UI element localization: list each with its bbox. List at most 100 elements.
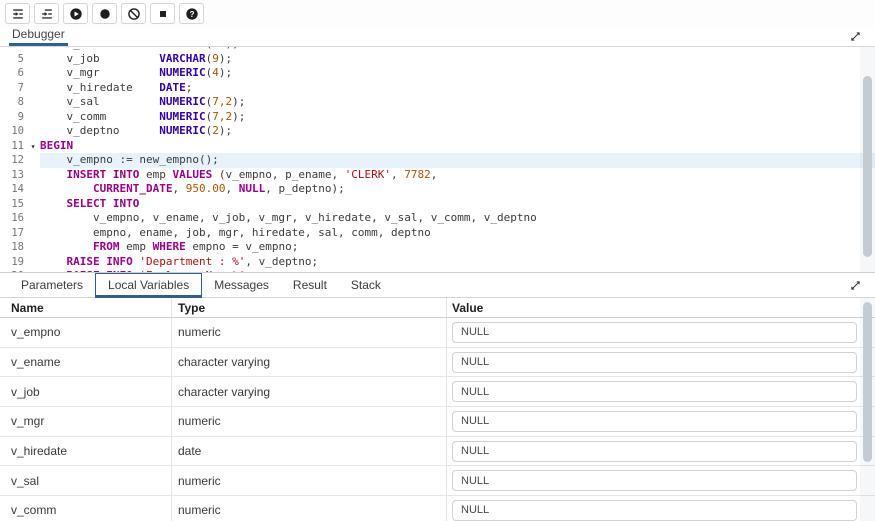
line-number[interactable]: 18	[0, 240, 26, 255]
code-lines: 4 v_ename VARCHAR(10);5 v_job VARCHAR(9)…	[0, 47, 875, 272]
code-line: 7 v_hiredate DATE;	[0, 81, 875, 96]
variable-row: v_hiredatedate	[0, 437, 875, 467]
panel-tab-stack[interactable]: Stack	[339, 273, 393, 297]
code-line: 15 SELECT INTO	[0, 197, 875, 212]
code-line: 13 INSERT INTO emp VALUES (v_empno, p_en…	[0, 168, 875, 183]
code-line: 6 v_mgr NUMERIC(4);	[0, 66, 875, 81]
panel-tab-messages[interactable]: Messages	[202, 273, 281, 297]
stop-icon	[156, 7, 170, 21]
panel-tabbar: ParametersLocal VariablesMessagesResultS…	[0, 272, 875, 298]
grid-header-row: Name Type Value	[0, 298, 875, 318]
variable-value-cell	[447, 407, 875, 436]
variable-name: v_comm	[0, 496, 172, 521]
toggle-breakpoint-button[interactable]	[92, 3, 117, 24]
breakpoint-icon	[98, 7, 112, 21]
variable-value-cell	[447, 377, 875, 406]
code-line-text: v_empno, v_ename, v_job, v_mgr, v_hireda…	[40, 211, 875, 226]
variable-value-input[interactable]	[452, 352, 857, 373]
variable-name: v_empno	[0, 318, 172, 347]
variable-type: numeric	[172, 496, 447, 521]
panel-scrollbar[interactable]	[860, 298, 875, 521]
line-number[interactable]: 7	[0, 81, 26, 96]
step-over-icon	[40, 7, 54, 21]
line-number[interactable]: 13	[0, 168, 26, 183]
line-number[interactable]: 5	[0, 52, 26, 67]
variable-value-input[interactable]	[452, 441, 857, 462]
step-into-button[interactable]	[5, 3, 30, 24]
tab-debugger[interactable]: Debugger	[9, 27, 68, 46]
variable-type: numeric	[172, 466, 447, 495]
code-line-text: v_comm NUMERIC(7,2);	[40, 110, 875, 125]
fold-gutter	[26, 226, 40, 241]
variable-row: v_enamecharacter varying	[0, 348, 875, 378]
variable-name: v_mgr	[0, 407, 172, 436]
code-line-text: CURRENT_DATE, 950.00, NULL, p_deptno);	[40, 182, 875, 197]
code-line-text: empno, ename, job, mgr, hiredate, sal, c…	[40, 226, 875, 241]
panel-tab-parameters[interactable]: Parameters	[9, 273, 95, 297]
code-line: 14 CURRENT_DATE, 950.00, NULL, p_deptno)…	[0, 182, 875, 197]
code-line: 17 empno, ename, job, mgr, hiredate, sal…	[0, 226, 875, 241]
line-number[interactable]: 14	[0, 182, 26, 197]
line-number[interactable]: 6	[0, 66, 26, 81]
fold-gutter	[26, 52, 40, 67]
clear-breakpoints-button[interactable]	[121, 3, 146, 24]
code-line-text: v_deptno NUMERIC(2);	[40, 124, 875, 139]
column-header-value: Value	[447, 298, 875, 317]
line-number[interactable]: 16	[0, 211, 26, 226]
fold-gutter	[26, 66, 40, 81]
clear-breakpoints-icon	[127, 7, 141, 21]
code-line: 11▾BEGIN	[0, 139, 875, 154]
code-line: 16 v_empno, v_ename, v_job, v_mgr, v_hir…	[0, 211, 875, 226]
line-number[interactable]: 17	[0, 226, 26, 241]
fold-gutter	[26, 124, 40, 139]
svg-text:?: ?	[189, 9, 194, 18]
code-line: 19 RAISE INFO 'Department : %', v_deptno…	[0, 255, 875, 270]
variable-name: v_job	[0, 377, 172, 406]
panel-tab-result[interactable]: Result	[281, 273, 339, 297]
panel-expand-button[interactable]	[849, 279, 862, 292]
code-line-text: SELECT INTO	[40, 197, 875, 212]
fold-marker-icon: ▾	[26, 139, 40, 154]
line-number[interactable]: 9	[0, 110, 26, 125]
line-number[interactable]: 12	[0, 153, 26, 168]
help-icon: ?	[185, 7, 199, 21]
variable-row: v_mgrnumeric	[0, 407, 875, 437]
fold-gutter	[26, 255, 40, 270]
step-over-button[interactable]	[34, 3, 59, 24]
variable-value-input[interactable]	[452, 411, 857, 432]
line-number[interactable]: 8	[0, 95, 26, 110]
panel-tab-local-variables[interactable]: Local Variables	[95, 273, 202, 298]
code-line-text: v_sal NUMERIC(7,2);	[40, 95, 875, 110]
variable-value-input[interactable]	[452, 470, 857, 491]
fold-gutter	[26, 95, 40, 110]
code-line: 10 v_deptno NUMERIC(2);	[0, 124, 875, 139]
variable-value-input[interactable]	[452, 500, 857, 521]
variable-value-cell	[447, 496, 875, 521]
code-editor[interactable]: 4 v_ename VARCHAR(10);5 v_job VARCHAR(9)…	[0, 47, 875, 272]
help-button[interactable]: ?	[179, 3, 204, 24]
line-number[interactable]: 19	[0, 255, 26, 270]
local-variables-grid: Name Type Value v_empnonumeric v_enamecha…	[0, 298, 875, 521]
editor-scrollbar[interactable]	[860, 47, 875, 272]
variable-name: v_ename	[0, 348, 172, 377]
line-number[interactable]: 10	[0, 124, 26, 139]
stop-button[interactable]	[150, 3, 175, 24]
fold-gutter	[26, 182, 40, 197]
code-line-text: INSERT INTO emp VALUES (v_empno, p_ename…	[40, 168, 875, 183]
line-number[interactable]: 11	[0, 139, 26, 154]
variable-value-input[interactable]	[452, 322, 857, 343]
editor-scrollbar-thumb[interactable]	[863, 76, 872, 257]
fold-gutter	[26, 81, 40, 96]
variable-value-input[interactable]	[452, 381, 857, 402]
variable-row: v_commnumeric	[0, 496, 875, 521]
tab-debugger-label: Debugger	[12, 27, 65, 41]
panel-scrollbar-thumb[interactable]	[863, 302, 872, 462]
code-line: 9 v_comm NUMERIC(7,2);	[0, 110, 875, 125]
line-number[interactable]: 15	[0, 197, 26, 212]
variable-value-cell	[447, 466, 875, 495]
step-into-icon	[11, 7, 25, 21]
continue-button[interactable]	[63, 3, 88, 24]
fold-gutter	[26, 240, 40, 255]
editor-expand-button[interactable]	[849, 30, 862, 43]
column-header-name: Name	[0, 298, 172, 317]
